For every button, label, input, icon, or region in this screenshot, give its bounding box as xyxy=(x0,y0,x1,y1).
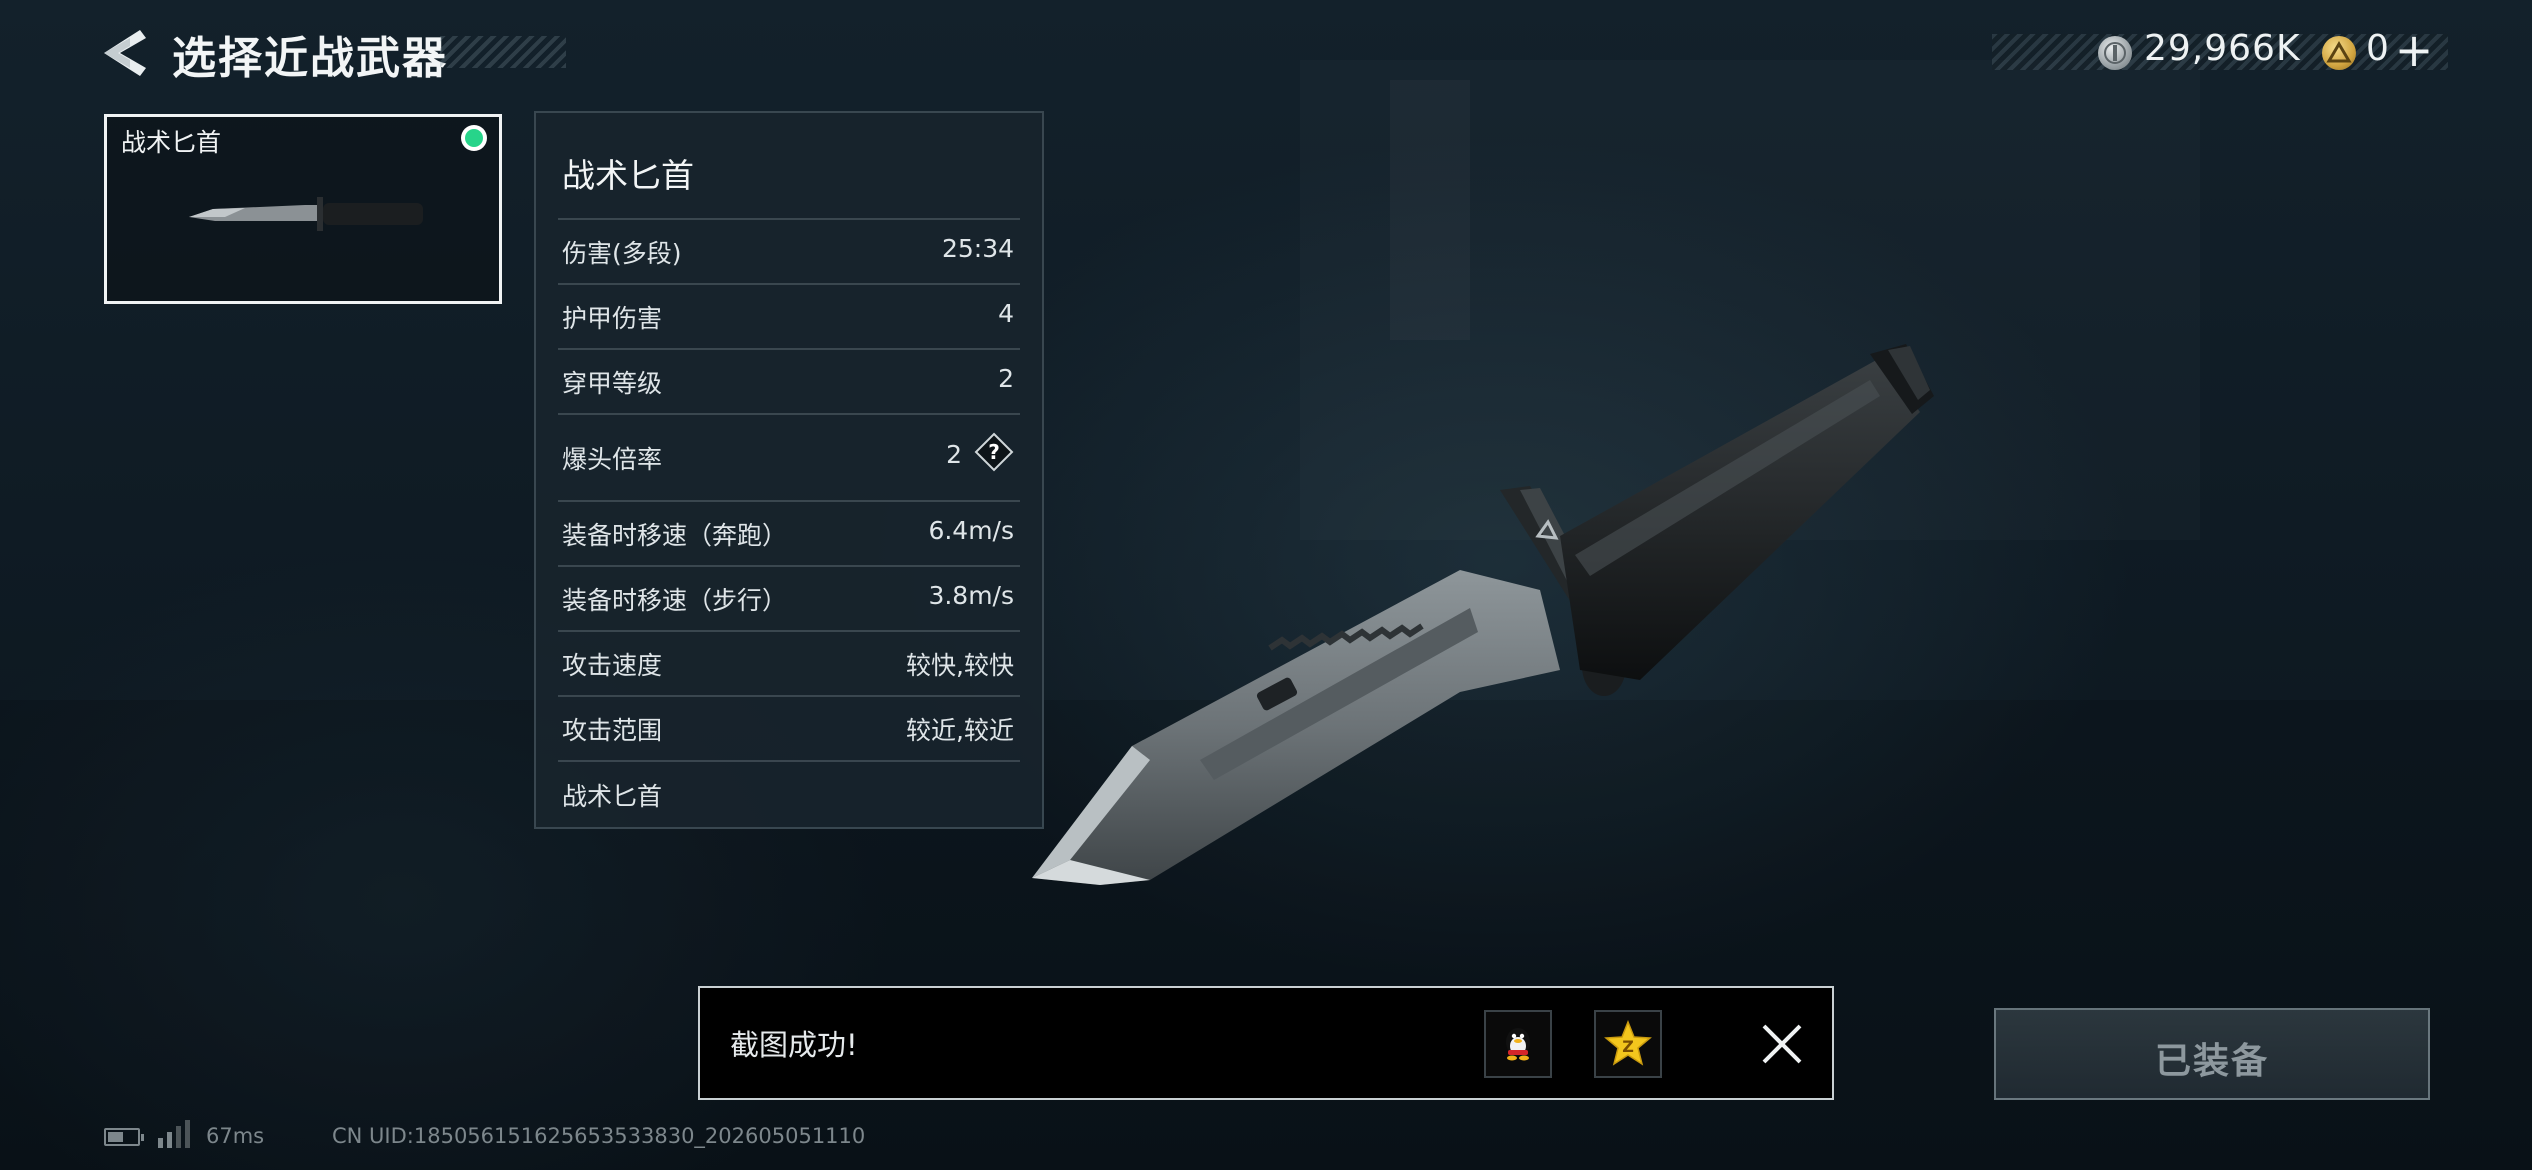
stat-row-attack-speed: 攻击速度 较快,较快 xyxy=(562,646,1014,682)
coin-balance: 29,966K xyxy=(2144,28,2301,69)
equipped-indicator-icon xyxy=(461,125,487,151)
stat-row-attack-range: 攻击范围 较近,较近 xyxy=(562,711,1014,747)
user-uid: CN UID:185056151625653533830_20260505111… xyxy=(332,1124,866,1148)
gold-triangle-coin-icon xyxy=(2322,36,2356,70)
divider xyxy=(558,413,1020,415)
divider xyxy=(558,500,1020,502)
toast-close-button[interactable] xyxy=(1752,1014,1812,1074)
battery-icon xyxy=(104,1128,144,1146)
stat-value: 4 xyxy=(998,299,1014,328)
equipped-button[interactable]: 已装备 xyxy=(1994,1008,2430,1100)
stat-row-damage: 伤害(多段) 25:34 xyxy=(562,234,1014,270)
premium-balance: 0 xyxy=(2366,28,2390,69)
stat-row-run-speed: 装备时移速（奔跑） 6.4m/s xyxy=(562,516,1014,552)
stats-footer-text: 战术匕首 xyxy=(562,782,663,811)
signal-strength-icon xyxy=(158,1120,190,1148)
title-decoration xyxy=(440,36,566,68)
weapon-thumbnail xyxy=(189,197,423,231)
stat-label: 装备时移速（奔跑） xyxy=(562,521,788,550)
stat-label: 装备时移速（步行） xyxy=(562,586,788,615)
qzone-star-icon: Z xyxy=(1604,1019,1652,1066)
divider xyxy=(558,695,1020,697)
battery-level xyxy=(108,1132,123,1142)
weapon-card-tactical-dagger[interactable]: 战术匕首 xyxy=(104,114,502,304)
svg-text:Z: Z xyxy=(1622,1037,1634,1056)
stat-row-headshot-multiplier: 爆头倍率 2 ? xyxy=(562,432,1014,476)
stat-label: 爆头倍率 xyxy=(562,445,663,474)
back-arrow-icon xyxy=(104,30,146,76)
stat-value: 2 xyxy=(946,440,962,469)
stat-value: 较快,较快 xyxy=(906,651,1014,680)
stat-label: 穿甲等级 xyxy=(562,369,663,398)
stats-footer: 战术匕首 xyxy=(562,777,1014,813)
back-button[interactable] xyxy=(100,26,148,80)
svg-text:?: ? xyxy=(988,440,1000,464)
share-qzone-button[interactable]: Z xyxy=(1594,1010,1662,1078)
stat-label: 伤害(多段) xyxy=(562,239,682,268)
stat-row-walk-speed: 装备时移速（步行） 3.8m/s xyxy=(562,581,1014,617)
qq-penguin-icon xyxy=(1506,1028,1530,1061)
equipped-button-label: 已装备 xyxy=(2154,1041,2269,1082)
close-icon xyxy=(1762,1024,1802,1064)
game-screen: 选择近战武器 29,966K 0 + 战术匕首 战术匕首 伤害(多段) 25:3… xyxy=(0,0,2532,1170)
stat-label: 护甲伤害 xyxy=(562,304,663,333)
divider xyxy=(558,348,1020,350)
stat-row-armor-damage: 护甲伤害 4 xyxy=(562,299,1014,335)
add-currency-button[interactable]: + xyxy=(2392,22,2436,78)
stat-label: 攻击速度 xyxy=(562,651,663,680)
stat-value: 25:34 xyxy=(941,234,1014,263)
share-qq-button[interactable] xyxy=(1484,1010,1552,1078)
stat-row-penetration-level: 穿甲等级 2 xyxy=(562,364,1014,400)
divider xyxy=(558,218,1020,220)
toast-message: 截图成功! xyxy=(730,1028,858,1062)
weapon-card-name: 战术匕首 xyxy=(121,128,222,157)
page-title: 选择近战武器 xyxy=(172,33,448,84)
weapon-stats-panel: 战术匕首 伤害(多段) 25:34 护甲伤害 4 穿甲等级 2 爆头倍率 2 ? xyxy=(534,111,1044,829)
divider xyxy=(558,630,1020,632)
stat-label: 攻击范围 xyxy=(562,716,663,745)
divider xyxy=(558,565,1020,567)
divider xyxy=(558,283,1020,285)
divider xyxy=(558,760,1020,762)
stat-value: 较近,较近 xyxy=(906,716,1014,745)
ping-readout: 67ms xyxy=(206,1124,265,1148)
stats-title: 战术匕首 xyxy=(562,156,694,195)
weapon-model-tactical-dagger xyxy=(1032,344,1934,885)
background-pillar xyxy=(1390,80,1470,340)
screenshot-toast: 截图成功! Z xyxy=(698,986,1834,1100)
silver-coin-icon xyxy=(2098,36,2132,70)
